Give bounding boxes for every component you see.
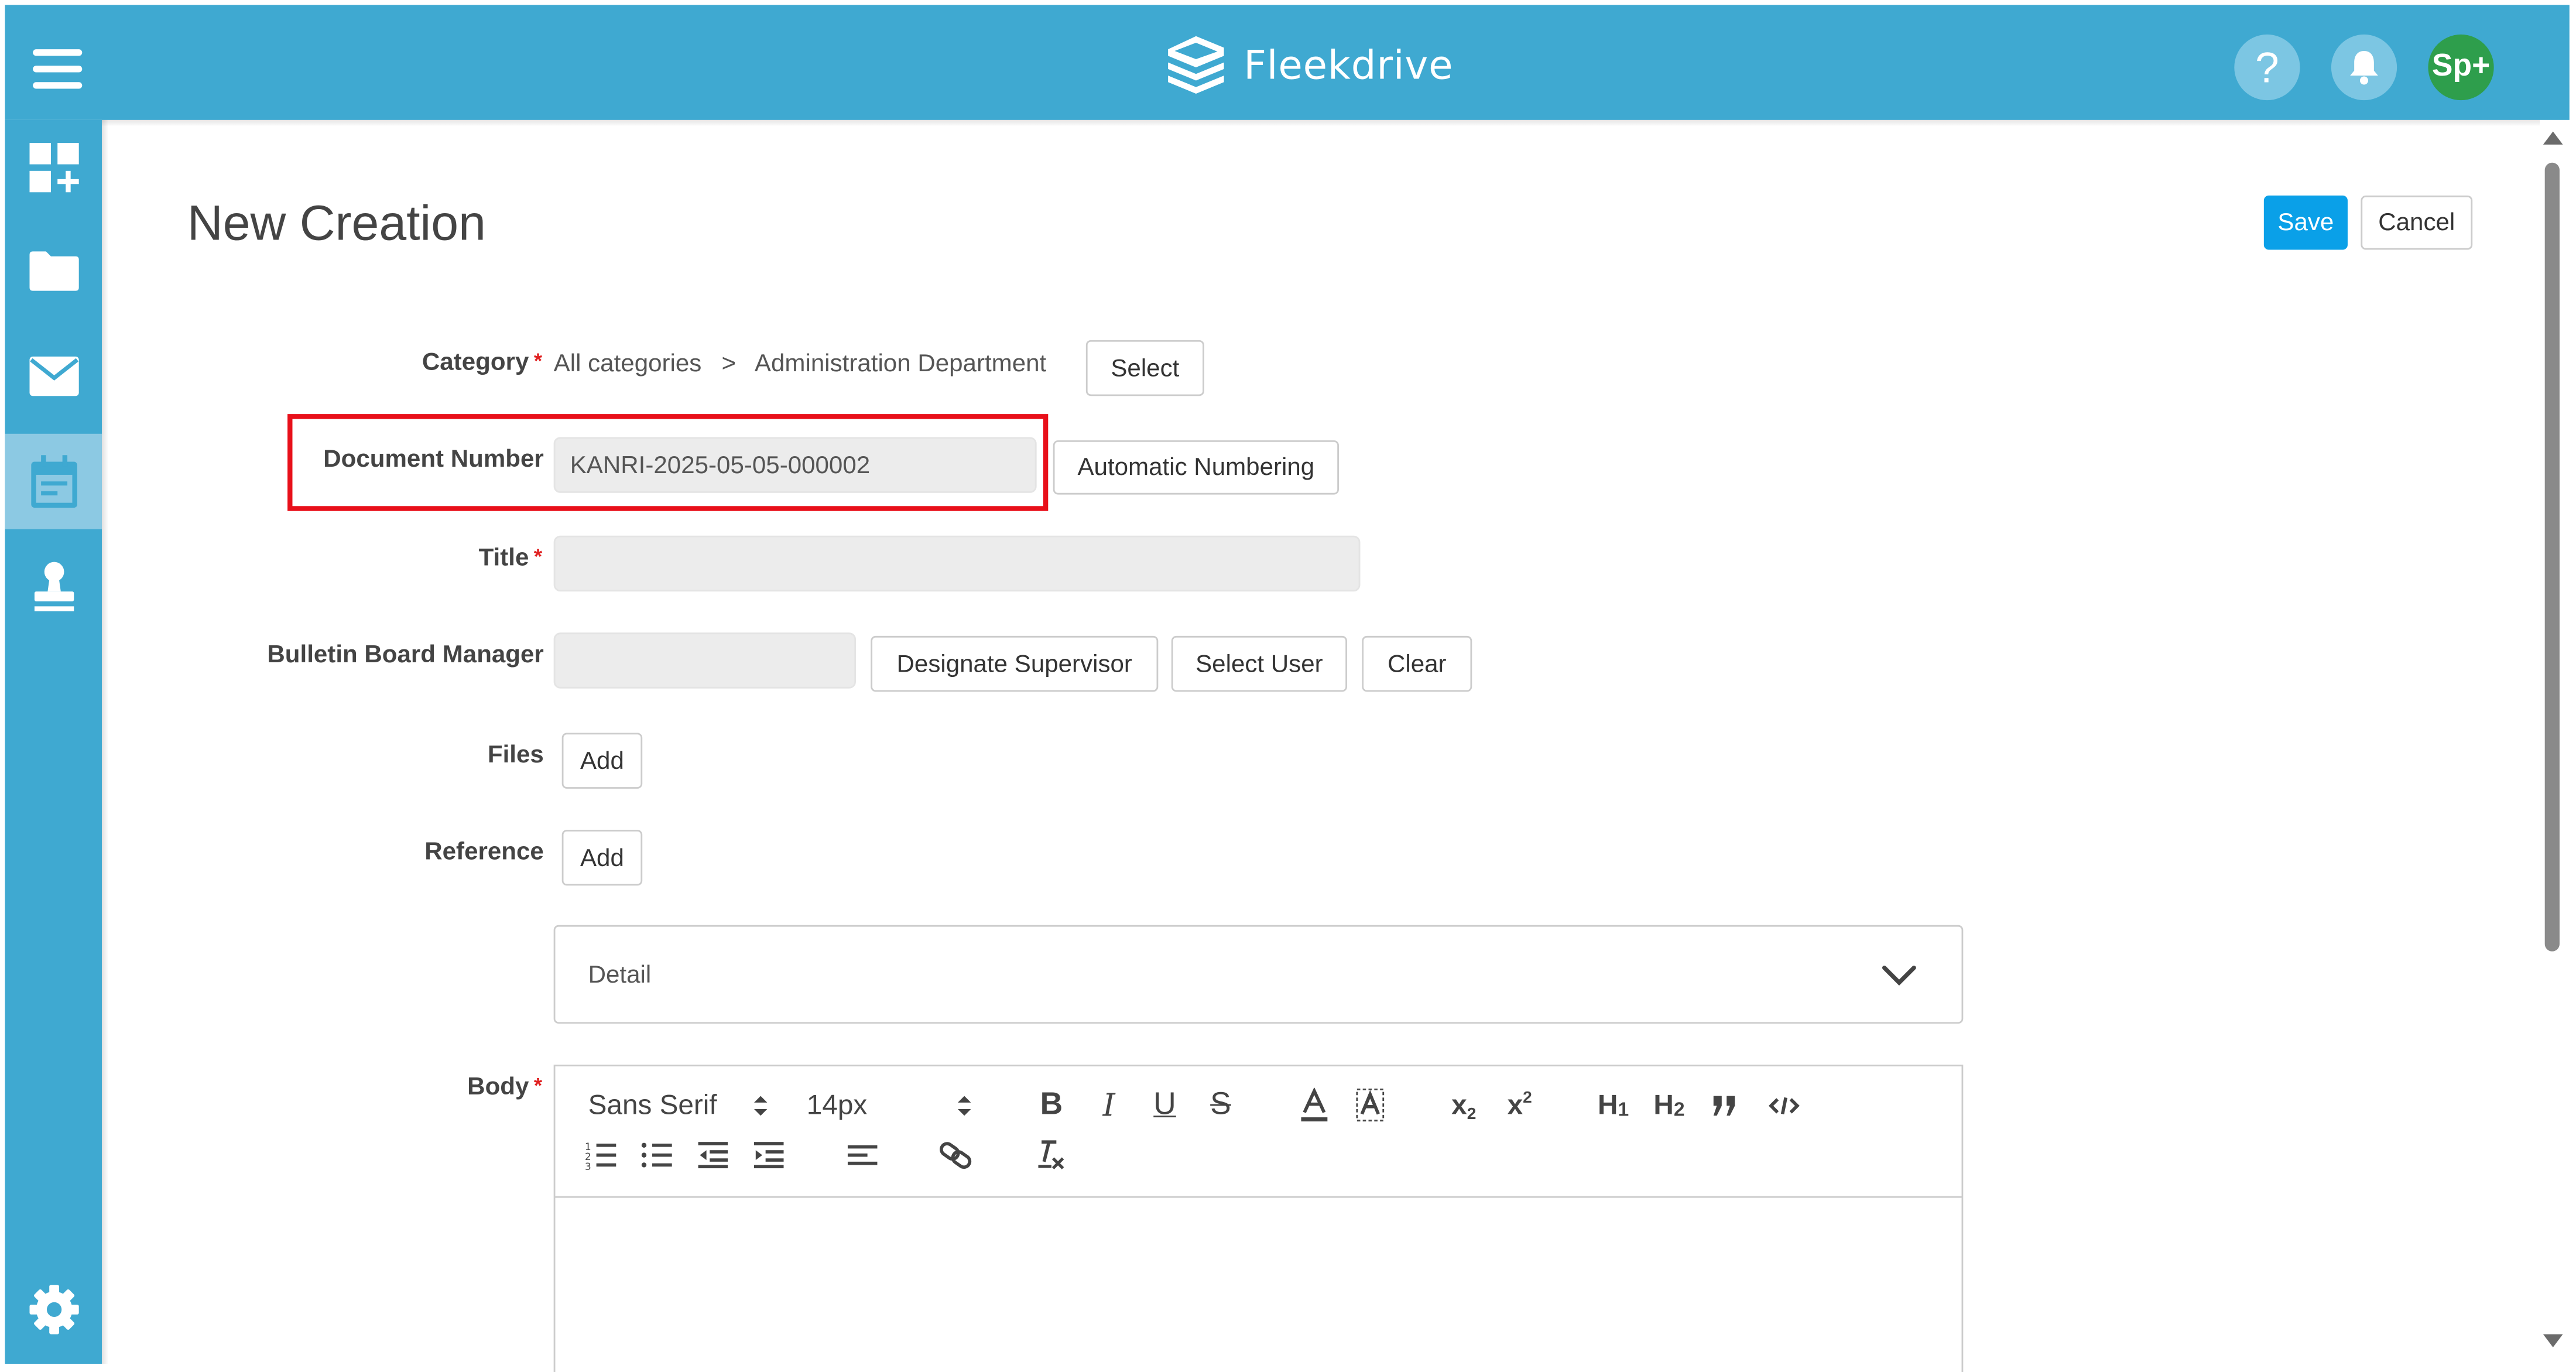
- italic-icon[interactable]: I: [1091, 1084, 1127, 1127]
- font-size-select[interactable]: 14px: [807, 1084, 981, 1127]
- font-family-value: Sans Serif: [588, 1089, 717, 1121]
- heading-2-icon[interactable]: H2: [1649, 1084, 1688, 1127]
- sidebar-item-dashboard[interactable]: [5, 120, 102, 215]
- sidebar-item-settings[interactable]: [5, 1262, 102, 1357]
- scroll-down-arrow-icon[interactable]: [2543, 1334, 2563, 1347]
- folder-icon: [29, 251, 78, 291]
- page-canvas: Fleekdrive ? Sp+ New Creation Save Cance…: [0, 0, 2576, 1372]
- dashboard-add-icon: [29, 143, 78, 193]
- help-button[interactable]: ?: [2234, 34, 2300, 101]
- bold-icon[interactable]: B: [1033, 1084, 1070, 1127]
- title-input[interactable]: [553, 535, 1361, 592]
- help-icon: ?: [2255, 42, 2279, 91]
- user-avatar[interactable]: Sp+: [2428, 34, 2494, 101]
- font-size-value: 14px: [806, 1089, 868, 1121]
- svg-text:3: 3: [585, 1161, 591, 1170]
- body-editor-content[interactable]: [555, 1198, 1961, 1372]
- heading-1-icon[interactable]: H1: [1594, 1084, 1633, 1127]
- files-label: Files: [487, 741, 544, 769]
- page-title: New Creation: [187, 197, 486, 252]
- automatic-numbering-button[interactable]: Automatic Numbering: [1053, 440, 1339, 495]
- bell-icon: [2350, 50, 2378, 85]
- header-shadow: [101, 119, 2540, 127]
- bulletin-board-manager-label: Bulletin Board Manager: [267, 641, 544, 669]
- avatar-initials: Sp+: [2431, 49, 2491, 84]
- underline-icon[interactable]: U: [1147, 1084, 1183, 1127]
- scroll-up-arrow-icon[interactable]: [2543, 131, 2563, 145]
- chevron-down-icon[interactable]: [1879, 958, 1919, 994]
- blockquote-icon[interactable]: [1707, 1084, 1743, 1127]
- align-icon[interactable]: [843, 1134, 882, 1176]
- subscript-icon[interactable]: x2: [1444, 1084, 1484, 1127]
- stamp-icon: [33, 562, 73, 611]
- app-logo[interactable]: Fleekdrive: [1165, 31, 1454, 100]
- background-color-icon[interactable]: [1351, 1084, 1390, 1127]
- top-header-bar: Fleekdrive ? Sp+: [5, 5, 2570, 120]
- sidebar-item-folders[interactable]: [5, 224, 102, 319]
- fleekdrive-logo-icon: [1168, 36, 1224, 94]
- select-user-button[interactable]: Select User: [1171, 635, 1348, 692]
- select-arrows-icon: [755, 1096, 768, 1116]
- calendar-icon: [30, 455, 77, 508]
- category-label: Category *: [422, 348, 543, 377]
- logo-text: Fleekdrive: [1244, 42, 1454, 89]
- sidebar-item-mail[interactable]: [5, 329, 102, 424]
- app-window: Fleekdrive ? Sp+ New Creation Save Cance…: [0, 0, 2576, 1372]
- sidebar-item-stamp[interactable]: [5, 539, 102, 634]
- category-path-current: Administration Department: [754, 350, 1047, 378]
- body-label: Body *: [467, 1073, 543, 1101]
- category-select-button[interactable]: Select: [1085, 340, 1204, 396]
- designate-supervisor-button[interactable]: Designate Supervisor: [871, 635, 1159, 692]
- left-sidebar: [5, 119, 102, 1364]
- category-path-root: All categories: [553, 350, 702, 378]
- superscript-icon[interactable]: x2: [1500, 1084, 1539, 1127]
- font-family-select[interactable]: Sans Serif: [588, 1084, 802, 1127]
- notification-button[interactable]: [2331, 34, 2397, 101]
- mail-icon: [29, 356, 78, 396]
- save-button[interactable]: Save: [2263, 195, 2348, 250]
- sidebar-shadow: [101, 119, 109, 1364]
- reference-add-button[interactable]: Add: [561, 830, 643, 886]
- ordered-list-icon[interactable]: 123: [581, 1134, 621, 1176]
- gear-icon: [29, 1285, 78, 1335]
- text-color-icon[interactable]: [1294, 1084, 1334, 1127]
- bullet-list-icon[interactable]: [638, 1134, 677, 1176]
- clear-button[interactable]: Clear: [1362, 635, 1472, 692]
- outdent-icon[interactable]: [693, 1134, 732, 1176]
- indent-icon[interactable]: [749, 1134, 789, 1176]
- select-arrows-icon: [957, 1096, 971, 1116]
- category-path-separator: >: [721, 350, 737, 378]
- title-label: Title *: [478, 543, 543, 572]
- clear-formatting-icon[interactable]: [1030, 1134, 1069, 1176]
- hamburger-menu-icon[interactable]: [33, 49, 83, 92]
- link-icon[interactable]: [936, 1134, 975, 1176]
- cancel-button[interactable]: Cancel: [2361, 195, 2473, 250]
- detail-collapsible-panel[interactable]: Detail: [553, 925, 1964, 1024]
- bulletin-board-manager-field[interactable]: [553, 632, 856, 689]
- highlight-annotation-box: [287, 414, 1049, 511]
- files-add-button[interactable]: Add: [561, 733, 643, 789]
- reference-label: Reference: [424, 838, 544, 866]
- sidebar-item-calendar[interactable]: [5, 433, 102, 529]
- code-block-icon[interactable]: [1765, 1084, 1804, 1127]
- detail-label: Detail: [588, 961, 652, 990]
- category-breadcrumb: All categories > Administration Departme…: [554, 350, 1047, 378]
- scrollbar-thumb[interactable]: [2544, 162, 2560, 952]
- strikethrough-icon[interactable]: S: [1203, 1084, 1239, 1127]
- rich-text-editor: Sans Serif 14px B I U S x2 x2 H1 H 2 1 2…: [553, 1065, 1964, 1372]
